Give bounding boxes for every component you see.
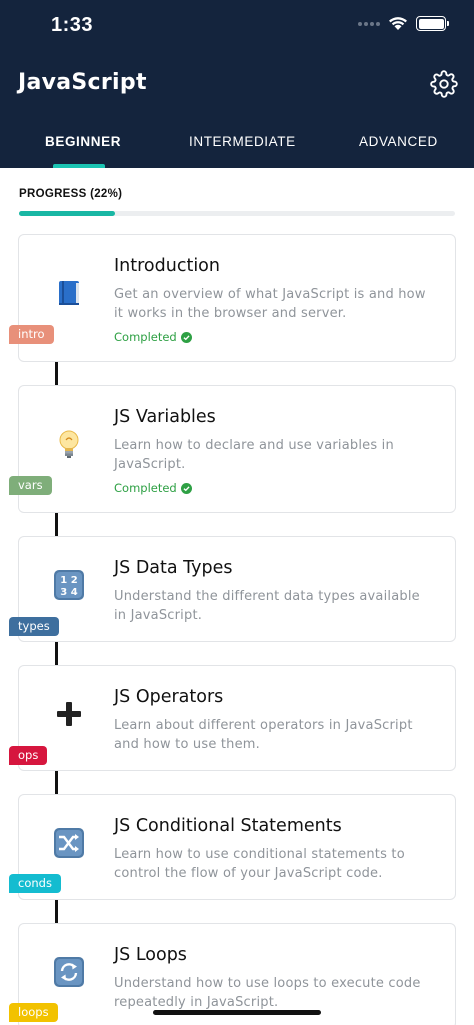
check-circle-icon xyxy=(180,482,192,494)
timeline-connector xyxy=(55,513,58,537)
battery-icon xyxy=(416,16,449,31)
lesson-description: Understand the different data types avai… xyxy=(114,589,420,623)
timeline-connector xyxy=(55,900,58,924)
cellular-signal-icon xyxy=(358,21,380,26)
plus-icon xyxy=(53,698,85,730)
lesson-card-data-types[interactable]: 1 2 3 4 JS Data Types Understand the dif… xyxy=(18,536,456,642)
page-title: JavaScript xyxy=(18,70,147,95)
progress-label: PROGRESS (22%) xyxy=(19,188,123,200)
lesson-card-introduction[interactable]: Introduction Get an overview of what Jav… xyxy=(18,234,456,362)
lesson-tag: intro xyxy=(9,325,54,344)
lesson-title: JS Conditional Statements xyxy=(114,816,342,836)
book-icon xyxy=(53,277,85,309)
tab-intermediate[interactable]: INTERMEDIATE xyxy=(189,134,296,149)
svg-text:3 4: 3 4 xyxy=(60,587,77,598)
lesson-title: JS Variables xyxy=(114,407,216,427)
lesson-tag: ops xyxy=(9,746,48,765)
lesson-title: Introduction xyxy=(114,256,220,276)
tab-beginner[interactable]: BEGINNER xyxy=(45,134,121,149)
check-circle-icon xyxy=(180,331,192,343)
status-text: Completed xyxy=(114,330,177,344)
lesson-tag: types xyxy=(9,617,59,636)
tab-advanced[interactable]: ADVANCED xyxy=(359,134,438,149)
timeline-connector xyxy=(55,642,58,666)
lesson-card-variables[interactable]: JS Variables Learn how to declare and us… xyxy=(18,385,456,513)
active-tab-indicator xyxy=(53,164,105,168)
lesson-status: Completed xyxy=(114,481,192,495)
progress-bar-fill xyxy=(19,211,115,216)
status-text: Completed xyxy=(114,481,177,495)
home-indicator[interactable] xyxy=(153,1010,321,1015)
wifi-icon xyxy=(389,17,407,30)
lesson-description: Learn about different operators in JavaS… xyxy=(114,718,413,752)
lightbulb-icon xyxy=(53,428,85,460)
lesson-description: Learn how to use conditional statements … xyxy=(114,847,405,881)
lesson-tag: loops xyxy=(9,1003,58,1022)
timeline-connector xyxy=(55,362,58,386)
lesson-title: JS Operators xyxy=(114,687,224,707)
shuffle-icon xyxy=(53,827,85,859)
repeat-icon xyxy=(53,956,85,988)
lesson-title: JS Data Types xyxy=(114,558,233,578)
gear-icon[interactable] xyxy=(430,70,458,98)
lesson-tag: conds xyxy=(9,874,61,893)
numbers-icon: 1 2 3 4 xyxy=(53,569,85,601)
lesson-card-operators[interactable]: JS Operators Learn about different opera… xyxy=(18,665,456,771)
level-tabs: BEGINNER INTERMEDIATE ADVANCED xyxy=(0,124,474,168)
app-header: 1:33 JavaScript BEGINNER INTERMEDIATE AD… xyxy=(0,0,474,168)
progress-bar xyxy=(19,211,455,216)
lesson-title: JS Loops xyxy=(114,945,187,965)
status-icons xyxy=(358,16,449,31)
lesson-description: Learn how to declare and use variables i… xyxy=(114,438,394,472)
lesson-description: Understand how to use loops to execute c… xyxy=(114,976,421,1010)
lesson-card-conditionals[interactable]: JS Conditional Statements Learn how to u… xyxy=(18,794,456,900)
lesson-tag: vars xyxy=(9,476,52,495)
svg-text:1 2: 1 2 xyxy=(60,575,77,586)
timeline-connector xyxy=(55,771,58,795)
lesson-status: Completed xyxy=(114,330,192,344)
lesson-description: Get an overview of what JavaScript is an… xyxy=(114,287,426,321)
status-time: 1:33 xyxy=(51,14,94,36)
